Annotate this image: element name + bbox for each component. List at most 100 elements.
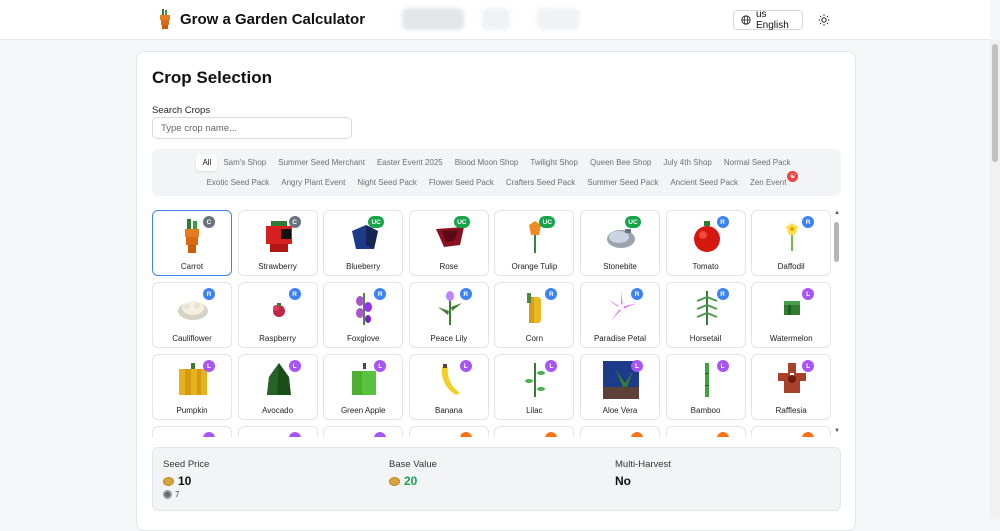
robux-icon (163, 490, 172, 499)
theme-toggle-button[interactable] (816, 12, 832, 28)
crop-tile-partial[interactable] (665, 426, 746, 437)
seed-price-label: Seed Price (163, 459, 210, 470)
crop-grid-scrollbar-thumb[interactable] (834, 222, 839, 262)
rarity-badge: L (545, 360, 558, 372)
filter-tab-all[interactable]: All (196, 154, 218, 171)
rarity-badge: R (716, 288, 729, 300)
rarity-badge: R (802, 216, 815, 228)
seed-price-stat: Seed Price 10 7 (163, 459, 209, 499)
crop-tile-watermelon[interactable]: L Watermelon (751, 282, 832, 348)
filter-tab-flower-seed-pack[interactable]: Flower Seed Pack (423, 174, 500, 191)
crop-tile-bamboo[interactable]: L Bamboo (665, 354, 746, 420)
filter-tab-summer-seed-pack[interactable]: Summer Seed Pack (581, 174, 664, 191)
rarity-badge: R (630, 288, 643, 300)
app-title[interactable]: Grow a Garden Calculator (180, 11, 365, 28)
crop-grid-container[interactable]: C Carrot C Strawberry UC Blueberry UC Rose UC Ora… (152, 210, 832, 437)
search-crops-input[interactable] (152, 117, 352, 139)
filter-tab-ancient-seed-pack[interactable]: Ancient Seed Pack (664, 174, 744, 191)
filter-tab-label: Crafters Seed Pack (505, 178, 576, 187)
filter-tab-angry-plant-event[interactable]: Angry Plant Event (275, 174, 351, 191)
nav-tab-blurred[interactable] (537, 8, 579, 30)
crop-name: Orange Tulip (511, 262, 558, 271)
rarity-badge: C (203, 216, 215, 228)
crop-tile-rafflesia[interactable]: L Rafflesia (751, 354, 832, 420)
crop-name: Lilac (526, 406, 543, 415)
filter-tab-label: Angry Plant Event (281, 178, 346, 187)
crop-tile-foxglove[interactable]: R Foxglove (323, 282, 404, 348)
sheckles-coin-icon (389, 476, 400, 486)
crop-tile-tomato[interactable]: R Tomato (665, 210, 746, 276)
crop-name: Rose (439, 262, 459, 271)
filter-tab-crafters-seed-pack[interactable]: Crafters Seed Pack (500, 174, 581, 191)
crop-tile-corn[interactable]: R Corn (494, 282, 575, 348)
language-selector-button[interactable]: us English (733, 9, 803, 31)
crop-tile-partial[interactable] (751, 426, 832, 437)
crop-tile-horsetail[interactable]: R Horsetail (665, 282, 746, 348)
crop-tile-green-apple[interactable]: L Green Apple (323, 354, 404, 420)
filter-tab-blood-moon-shop[interactable]: Blood Moon Shop (449, 154, 525, 171)
filter-row: All Sam's Shop Summer Seed Merchant Easter … (152, 154, 841, 171)
filter-tab-label: Zen Event (749, 178, 787, 187)
crop-selection-title: Crop Selection (152, 68, 272, 87)
crop-name: Daffodil (777, 262, 805, 271)
crop-tile-peace-lily[interactable]: R Peace Lily (408, 282, 489, 348)
rarity-badge: L (802, 360, 815, 372)
page-scrollbar[interactable] (990, 40, 1000, 519)
crop-name: Bamboo (690, 406, 721, 415)
crop-tile-partial[interactable] (152, 426, 232, 437)
rarity-badge: UC (368, 216, 385, 228)
crop-tile-stonebite[interactable]: UC Stonebite (579, 210, 660, 276)
filter-tab-exotic-seed-pack[interactable]: Exotic Seed Pack (201, 174, 276, 191)
filter-tab-zen-event[interactable]: Zen Event ☯ (744, 171, 799, 191)
nav-tab-blurred-active[interactable] (402, 8, 464, 30)
crop-name: Avocado (262, 406, 294, 415)
crop-tile-cauliflower[interactable]: R Cauliflower (152, 282, 232, 348)
multi-harvest-stat: Multi-Harvest No (615, 459, 671, 488)
filter-tab-label: Normal Seed Pack (723, 158, 791, 167)
crop-tile-partial[interactable] (494, 426, 575, 437)
page-scrollbar-thumb[interactable] (992, 44, 998, 162)
crop-tile-banana[interactable]: L Banana (408, 354, 489, 420)
crop-tile-blueberry[interactable]: UC Blueberry (323, 210, 404, 276)
filter-tab-label: Easter Event 2025 (376, 158, 443, 167)
crop-tile-partial[interactable] (323, 426, 404, 437)
crop-tile-orange-tulip[interactable]: UC Orange Tulip (494, 210, 575, 276)
scroll-down-arrow-icon[interactable]: ▼ (834, 428, 840, 434)
crop-tile-carrot[interactable]: C Carrot (152, 210, 232, 276)
rarity-badge: UC (453, 216, 470, 228)
filter-tab-night-seed-pack[interactable]: Night Seed Pack (351, 174, 423, 191)
crop-tile-partial[interactable] (579, 426, 660, 437)
nav-tab-blurred[interactable] (482, 8, 510, 30)
carrot-logo-icon (160, 9, 170, 29)
crop-tile-pumpkin[interactable]: L Pumpkin (152, 354, 232, 420)
filter-tab-normal-seed-pack[interactable]: Normal Seed Pack (718, 154, 797, 171)
filter-tab-label: Summer Seed Merchant (278, 158, 365, 167)
filter-tab-label: Night Seed Pack (357, 178, 417, 187)
crop-tile-strawberry[interactable]: C Strawberry (237, 210, 318, 276)
filter-tab-twilight-shop[interactable]: Twilight Shop (524, 154, 584, 171)
crop-selection-card: Crop Selection Search Crops All Sam's Sho… (136, 51, 856, 531)
crop-tile-lilac[interactable]: L Lilac (494, 354, 575, 420)
filter-tab-sam-s-shop[interactable]: Sam's Shop (217, 154, 272, 171)
crop-tile-daffodil[interactable]: R Daffodil (751, 210, 832, 276)
crop-name: Tomato (692, 262, 719, 271)
crop-tile-paradise-petal[interactable]: R Paradise Petal (579, 282, 660, 348)
filter-tab-easter-event-2025[interactable]: Easter Event 2025 (371, 154, 449, 171)
scroll-up-arrow-icon[interactable]: ▲ (834, 210, 840, 216)
filter-tab-queen-bee-shop[interactable]: Queen Bee Shop (584, 154, 657, 171)
rarity-badge: L (802, 288, 815, 300)
crop-tile-raspberry[interactable]: R Raspberry (237, 282, 318, 348)
rarity-badge: L (288, 360, 301, 372)
crop-grid: C Carrot C Strawberry UC Blueberry UC Rose UC Ora… (152, 210, 832, 437)
crop-tile-rose[interactable]: UC Rose (408, 210, 489, 276)
crop-tile-avocado[interactable]: L Avocado (237, 354, 318, 420)
crop-name: Blueberry (346, 262, 381, 271)
crop-tile-aloe-vera[interactable]: L Aloe Vera (579, 354, 660, 420)
filter-tab-summer-seed-merchant[interactable]: Summer Seed Merchant (272, 154, 371, 171)
crop-grid-scrollbar[interactable]: ▲ ▼ (833, 210, 841, 437)
filter-tab-july-4th-shop[interactable]: July 4th Shop (657, 154, 717, 171)
crop-tile-partial[interactable] (408, 426, 489, 437)
rarity-badge: L (374, 360, 387, 372)
rarity-badge (545, 432, 558, 437)
crop-tile-partial[interactable] (237, 426, 318, 437)
